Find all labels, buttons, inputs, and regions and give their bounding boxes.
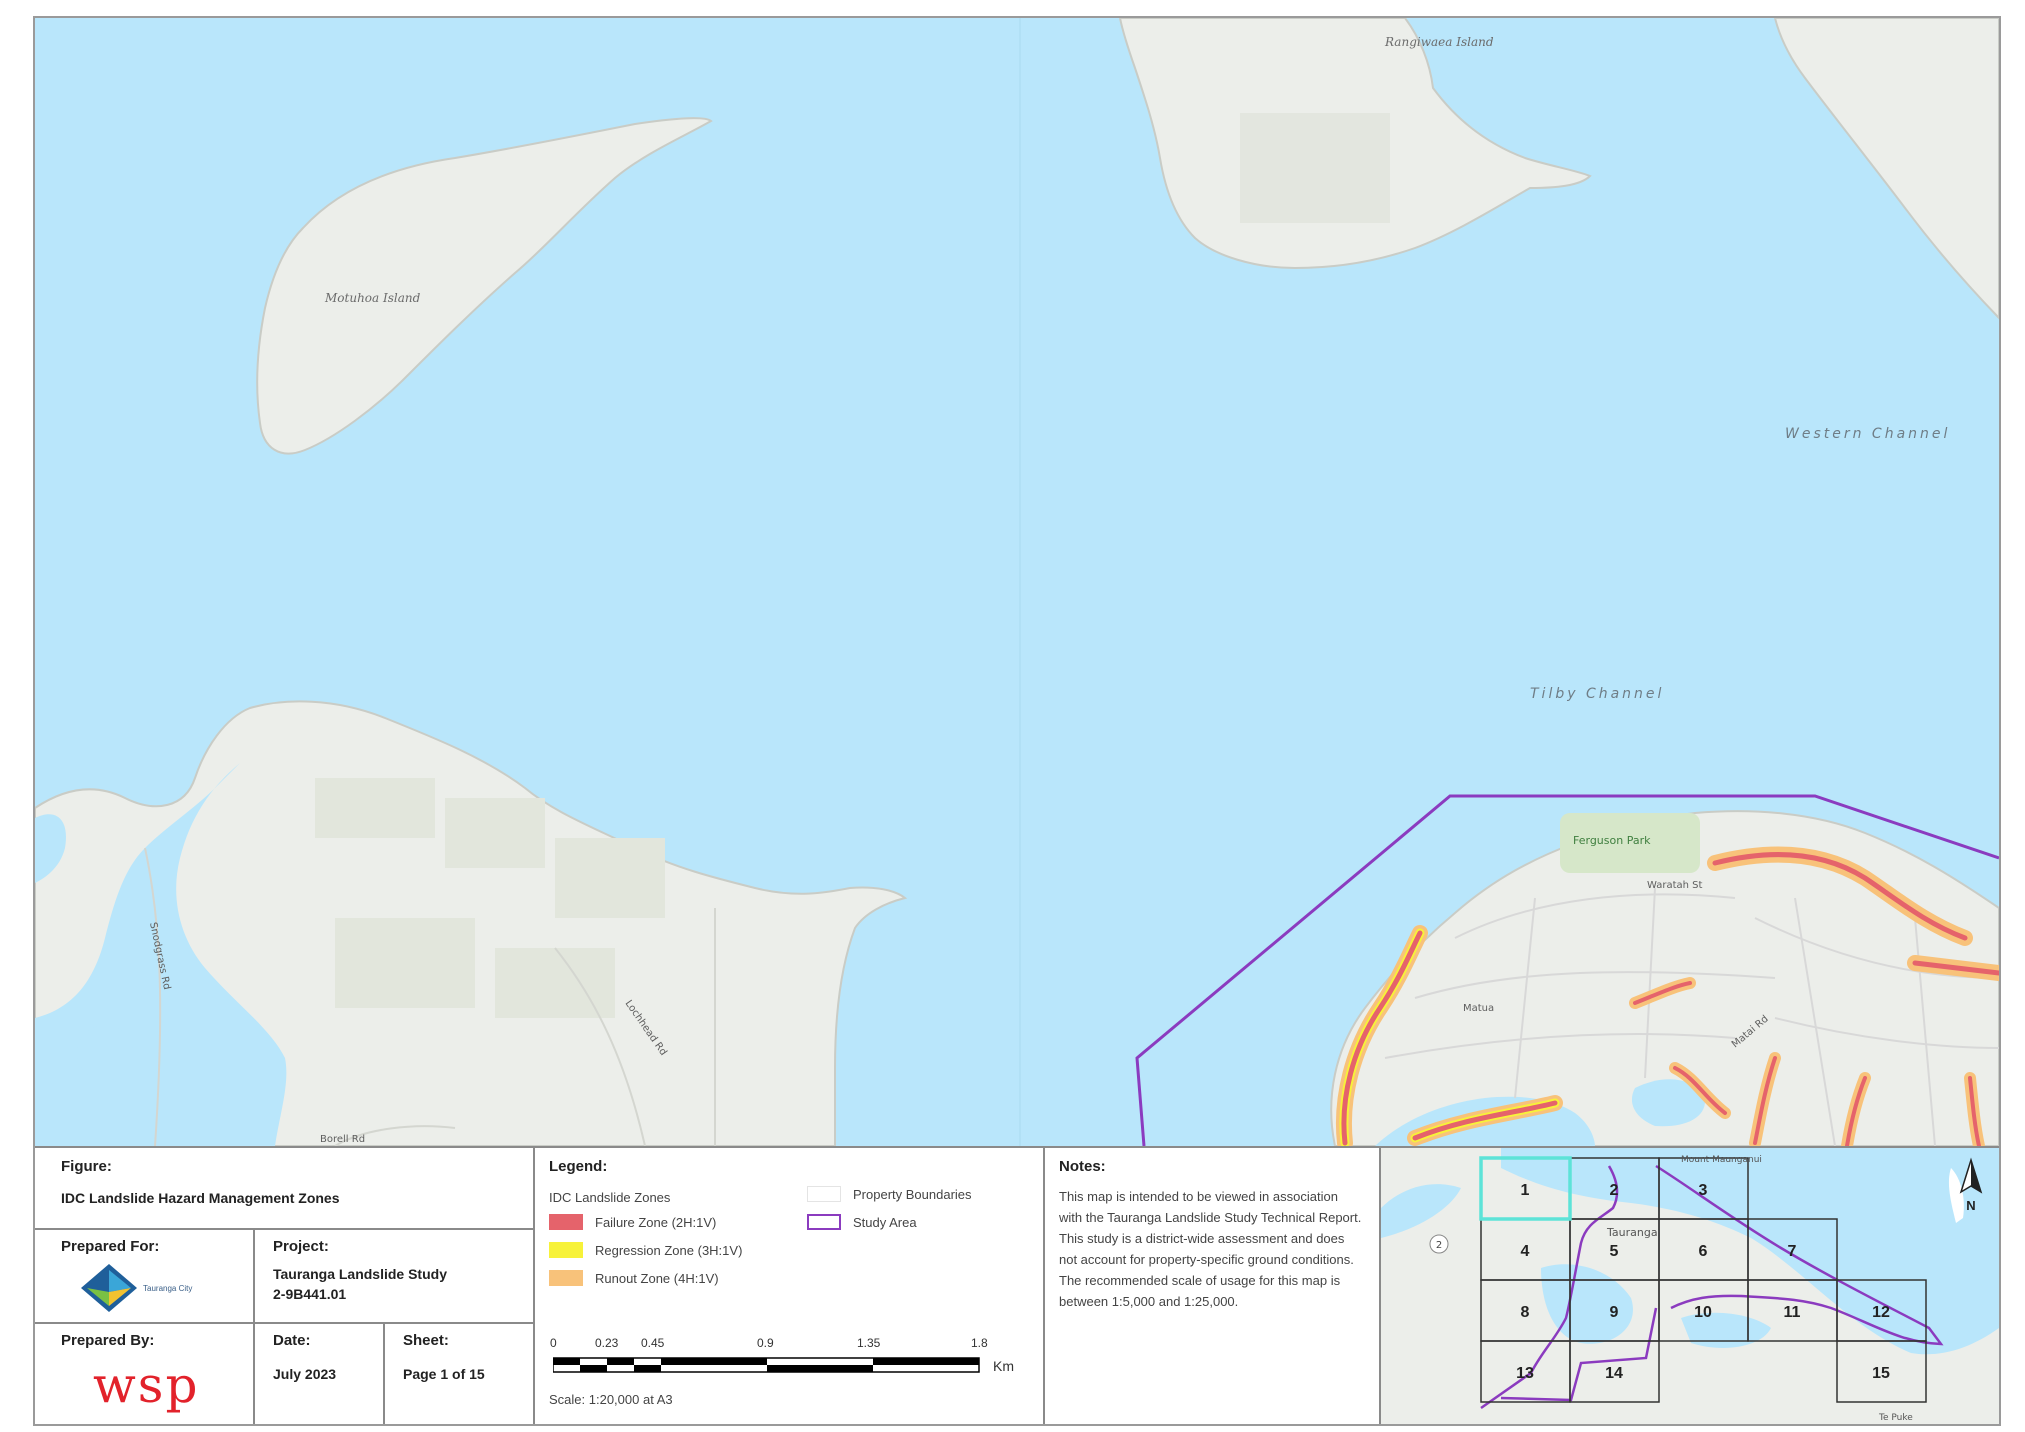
prepared-by-label: Prepared By: [61, 1332, 155, 1349]
index-sheet-13[interactable]: 13 [1516, 1365, 1534, 1382]
index-sheet-2[interactable]: 2 [1610, 1182, 1619, 1199]
map-canvas: Motuhoa Island Rangiwaea Island Western … [35, 18, 1999, 1146]
index-sheet-1[interactable]: 1 [1521, 1182, 1530, 1199]
legend-item-label: Regression Zone (3H:1V) [595, 1242, 743, 1258]
divider [383, 1322, 385, 1424]
motuhoa-island-label: Motuhoa Island [324, 291, 421, 305]
index-sheet-15[interactable]: 15 [1872, 1365, 1890, 1382]
north-label: N [1966, 1198, 1975, 1213]
tauranga-city-logo-icon [81, 1264, 137, 1312]
divider [533, 1148, 535, 1424]
scale-unit: Km [993, 1358, 1014, 1374]
client-logo-text: Tauranga City [143, 1283, 193, 1293]
runout-swatch [549, 1270, 583, 1286]
index-tepuke-label: Te Puke [1878, 1413, 1913, 1423]
waratah-st-label: Waratah St [1647, 880, 1703, 891]
date-label: Date: [273, 1332, 311, 1349]
divider [35, 1228, 533, 1230]
legend-item-regression: Regression Zone (3H:1V) [549, 1242, 742, 1258]
index-sheet-4[interactable]: 4 [1521, 1243, 1530, 1260]
index-tauranga-label: Tauranga [1606, 1226, 1658, 1239]
legend-item-study-area: Study Area [807, 1214, 917, 1230]
sheet-label: Sheet: [403, 1332, 449, 1349]
scale-tick-label: 0.9 [757, 1336, 774, 1350]
divider [35, 1322, 533, 1324]
wsp-logo: wsp [93, 1356, 200, 1414]
rangiwaea-paddock [1240, 113, 1390, 223]
legend-item-property-boundaries: Property Boundaries [807, 1186, 972, 1202]
index-sheet-14[interactable]: 14 [1605, 1365, 1623, 1382]
property-boundaries-swatch [807, 1186, 841, 1202]
notes-heading: Notes: [1059, 1158, 1106, 1175]
index-sheet-11[interactable]: 11 [1784, 1304, 1801, 1321]
legend-item-label: Runout Zone (4H:1V) [595, 1270, 719, 1286]
project-name: Tauranga Landslide Study [273, 1266, 447, 1282]
borell-rd-label: Borell Rd [320, 1134, 365, 1145]
scale-tick-label: 0.23 [595, 1336, 619, 1350]
project-number: 2-9B441.01 [273, 1286, 347, 1302]
index-sheet-10[interactable]: 10 [1694, 1304, 1712, 1321]
pond [77, 1025, 133, 1081]
index-sheet-6[interactable]: 6 [1699, 1243, 1708, 1260]
scale-text: Scale: 1:20,000 at A3 [549, 1392, 673, 1407]
scale-tick-label: 1.8 [971, 1336, 988, 1350]
figure-label: Figure: [61, 1158, 112, 1175]
tilby-channel-label: Tilby Channel [1530, 686, 1664, 702]
regression-swatch [549, 1242, 583, 1258]
scale-tick-label: 0 [550, 1336, 557, 1350]
index-sheet-9[interactable]: 9 [1610, 1304, 1619, 1321]
matua-label: Matua [1463, 1003, 1494, 1014]
title-block-panel: Figure: IDC Landslide Hazard Management … [35, 1146, 1999, 1424]
failure-swatch [549, 1214, 583, 1230]
notes-text: This map is intended to be viewed in ass… [1059, 1189, 1362, 1309]
legend-item-label: Property Boundaries [853, 1186, 972, 1202]
index-map[interactable]: Mount Maunganui Tauranga Te Puke 2 1 2 3… [1381, 1148, 1999, 1424]
study-area-swatch [807, 1214, 841, 1230]
map-view[interactable]: Motuhoa Island Rangiwaea Island Western … [35, 18, 1999, 1146]
index-sheet-3[interactable]: 3 [1699, 1182, 1708, 1199]
highway-shield-label: 2 [1436, 1240, 1442, 1251]
index-sheet-5[interactable]: 5 [1610, 1243, 1619, 1260]
index-map-canvas: Mount Maunganui Tauranga Te Puke 2 1 2 3… [1381, 1148, 1999, 1424]
rangiwaea-island-label: Rangiwaea Island [1384, 35, 1494, 49]
index-sheet-8[interactable]: 8 [1521, 1304, 1530, 1321]
figure-title: IDC Landslide Hazard Management Zones [61, 1190, 340, 1206]
legend-item-failure: Failure Zone (2H:1V) [549, 1214, 716, 1230]
project-label: Project: [273, 1238, 329, 1255]
divider [253, 1228, 255, 1424]
client-logo: Tauranga City [79, 1262, 192, 1314]
scale-tick-label: 1.35 [857, 1336, 881, 1350]
legend-item-runout: Runout Zone (4H:1V) [549, 1270, 719, 1286]
scale-tick-label: 0.45 [641, 1336, 665, 1350]
sheet-value: Page 1 of 15 [403, 1366, 485, 1382]
index-mount-label: Mount Maunganui [1681, 1155, 1762, 1165]
legend-item-label: Study Area [853, 1214, 917, 1230]
prepared-for-label: Prepared For: [61, 1238, 160, 1255]
divider [1043, 1148, 1045, 1424]
scale-bar [553, 1357, 980, 1373]
index-sheet-12[interactable]: 12 [1872, 1304, 1890, 1321]
map-sheet: Motuhoa Island Rangiwaea Island Western … [33, 16, 2001, 1426]
legend-group-title: IDC Landslide Zones [549, 1190, 671, 1205]
legend-heading: Legend: [549, 1158, 608, 1175]
index-sheet-7[interactable]: 7 [1788, 1243, 1797, 1260]
ferguson-park-label: Ferguson Park [1573, 834, 1651, 847]
western-channel-label: Western Channel [1785, 426, 1950, 442]
legend-item-label: Failure Zone (2H:1V) [595, 1214, 717, 1230]
date-value: July 2023 [273, 1366, 337, 1382]
